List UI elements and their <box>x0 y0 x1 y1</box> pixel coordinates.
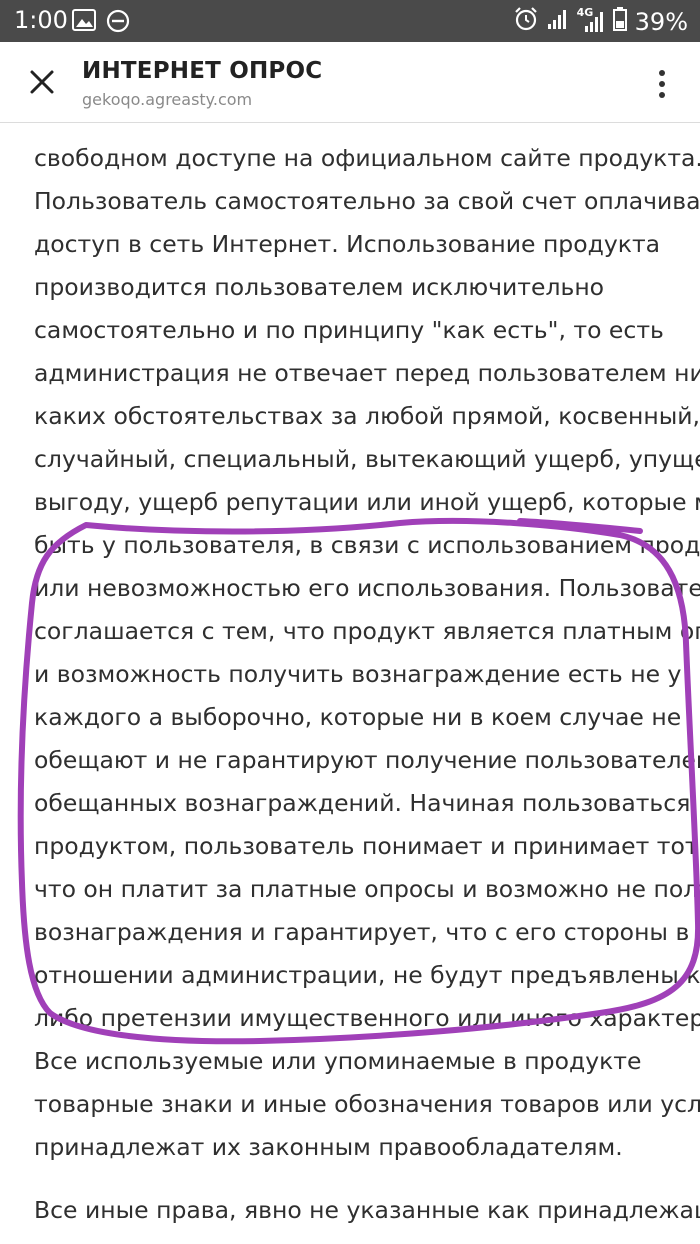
dot-icon <box>659 70 665 76</box>
dot-icon <box>659 81 665 87</box>
text-line: каждого а выборочно, которые ни в коем с… <box>34 703 682 731</box>
text-line: товарные знаки и иные обозначения товаро… <box>34 1090 700 1118</box>
do-not-disturb-icon <box>106 9 130 37</box>
image-notification-icon <box>72 9 96 37</box>
text-line: самостоятельно и по принципу "как есть",… <box>34 316 664 344</box>
close-button[interactable] <box>20 60 64 104</box>
text-line: или невозможностью его использования. По… <box>34 574 700 602</box>
text-line: Пользователь самостоятельно за свой счет… <box>34 187 700 215</box>
text-line: производится пользователем исключительно <box>34 273 605 301</box>
4g-signal-icon: 4G <box>577 6 605 34</box>
page-title: ИНТЕРНЕТ ОПРОС <box>82 58 323 84</box>
close-icon <box>30 70 54 94</box>
text-line: либо претензии имущественного или иного … <box>34 1004 700 1032</box>
clipped-text-fragment <box>34 123 554 125</box>
text-line: обещают и не гарантируют получение польз… <box>34 746 700 774</box>
text-line: и возможность получить вознаграждение ес… <box>34 660 682 688</box>
page-content: свободном доступе на официальном сайте п… <box>0 123 700 1244</box>
status-bar: 1:00 4G 39% <box>0 0 700 42</box>
text-line: соглашается с тем, что продукт является … <box>34 617 700 645</box>
text-line: что он платит за платные опросы и возмож… <box>34 875 700 903</box>
text-line: отношении администрации, не будут предъя… <box>34 961 700 989</box>
text-line: свободном доступе на официальном сайте п… <box>34 144 700 172</box>
text-line: продуктом, пользователь понимает и прини… <box>34 832 700 860</box>
text-line: доступ в сеть Интернет. Использование пр… <box>34 230 661 258</box>
battery-percent: 39% <box>634 8 688 36</box>
text-line: быть у пользователя, в связи с использов… <box>34 531 700 559</box>
page-url: gekoqo.agreasty.com <box>82 90 253 109</box>
alarm-icon <box>513 6 539 38</box>
text-line: администрация не отвечает перед пользова… <box>34 359 700 387</box>
text-line: обещанных вознаграждений. Начиная пользо… <box>34 789 691 817</box>
text-line: вознаграждения и гарантирует, что с его … <box>34 918 690 946</box>
custom-tab-header: ИНТЕРНЕТ ОПРОС gekoqo.agreasty.com <box>0 42 700 123</box>
text-line: Все используемые или упоминаемые в проду… <box>34 1047 642 1075</box>
text-line: каких обстоятельствах за любой прямой, к… <box>34 402 700 430</box>
more-options-button[interactable] <box>644 64 680 104</box>
text-line: Все иные права, явно не указанные как пр… <box>34 1196 700 1224</box>
text-line: случайный, специальный, вытекающий ущерб… <box>34 445 700 473</box>
battery-icon <box>612 7 627 37</box>
text-line: принадлежат их законным правообладателям… <box>34 1133 623 1161</box>
signal-icon <box>547 8 569 36</box>
text-line: выгоду, ущерб репутации или иной ущерб, … <box>34 488 700 516</box>
dot-icon <box>659 92 665 98</box>
status-time: 1:00 <box>14 6 68 34</box>
